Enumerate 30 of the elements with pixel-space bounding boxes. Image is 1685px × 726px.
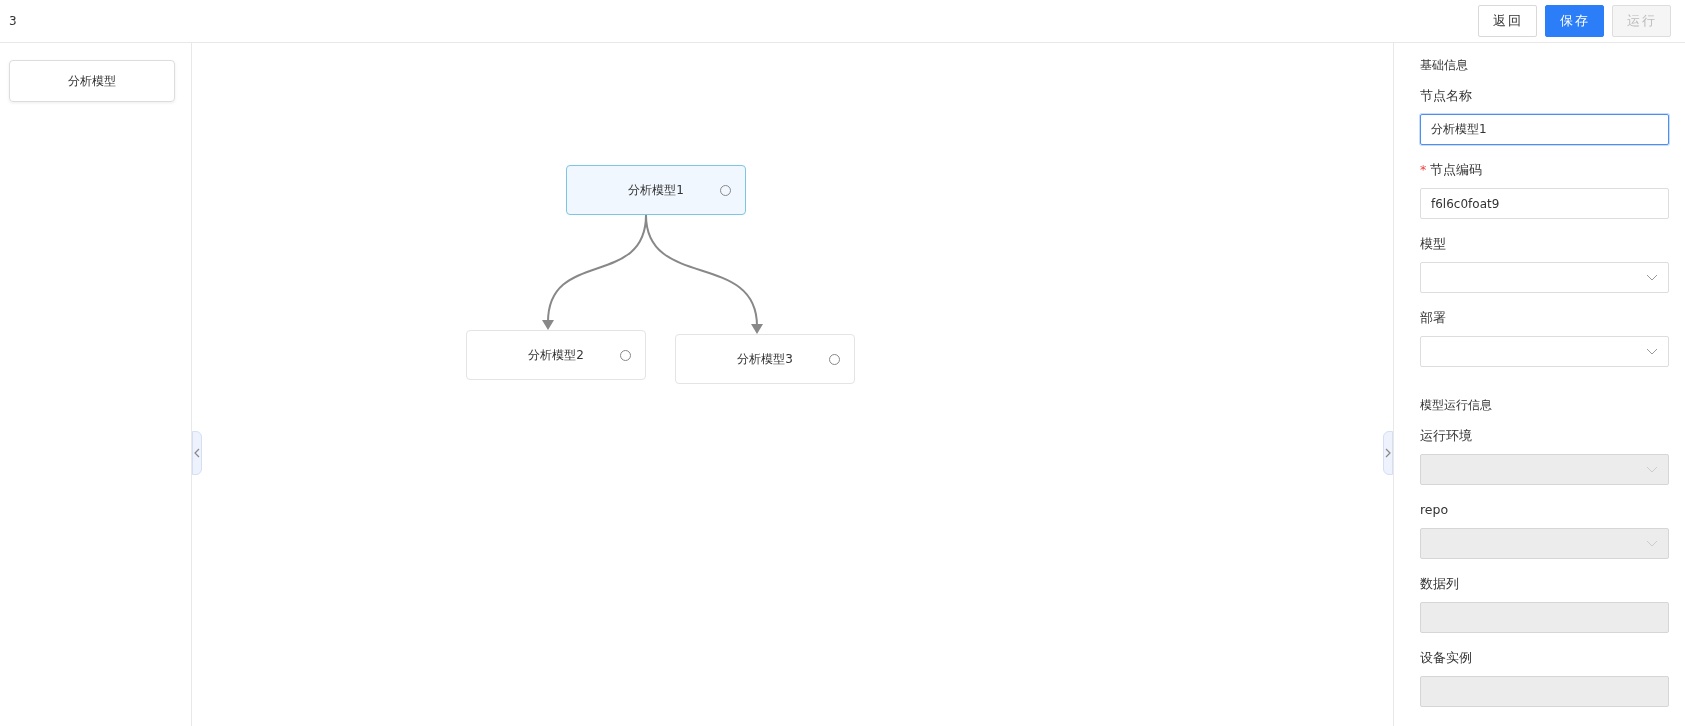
field-label: 部署 (1420, 310, 1446, 325)
field-label: 设备实例 (1420, 650, 1472, 665)
palette-item[interactable]: 分析模型 (9, 60, 175, 102)
chevron-left-icon (193, 448, 201, 458)
toolbar-button[interactable]: 返回 (1478, 5, 1537, 37)
field-label: repo (1420, 502, 1449, 517)
collapse-handle[interactable] (1383, 431, 1393, 475)
select-field[interactable] (1420, 262, 1669, 293)
input-field[interactable]: 分析模型1 (1420, 114, 1669, 145)
input-field[interactable]: f6l6c0foat9 (1420, 188, 1669, 219)
chevron-down-icon (1646, 347, 1658, 356)
page-title: 3 (9, 14, 17, 28)
chevron-down-icon (1646, 465, 1658, 474)
section-title: 模型运行信息 (1420, 397, 1493, 414)
field-label: 节点编码 (1430, 162, 1483, 177)
flow-node[interactable]: 分析模型1 (566, 165, 746, 215)
field-label: 运行环境 (1420, 428, 1472, 443)
collapse-handle[interactable] (192, 431, 202, 475)
section-title: 基础信息 (1420, 57, 1469, 74)
field-label: 数据列 (1420, 576, 1459, 591)
select-field[interactable] (1420, 336, 1669, 367)
chevron-down-icon (1646, 539, 1658, 548)
field-label: 节点名称 (1420, 88, 1472, 103)
field-label: 模型 (1420, 236, 1446, 251)
save-button[interactable]: 保存 (1545, 5, 1604, 37)
flow-node[interactable]: 分析模型2 (466, 330, 646, 380)
required-mark: * (1420, 162, 1427, 177)
chevron-right-icon (1384, 448, 1392, 458)
chevron-down-icon (1646, 273, 1658, 282)
flow-node[interactable]: 分析模型3 (675, 334, 855, 384)
